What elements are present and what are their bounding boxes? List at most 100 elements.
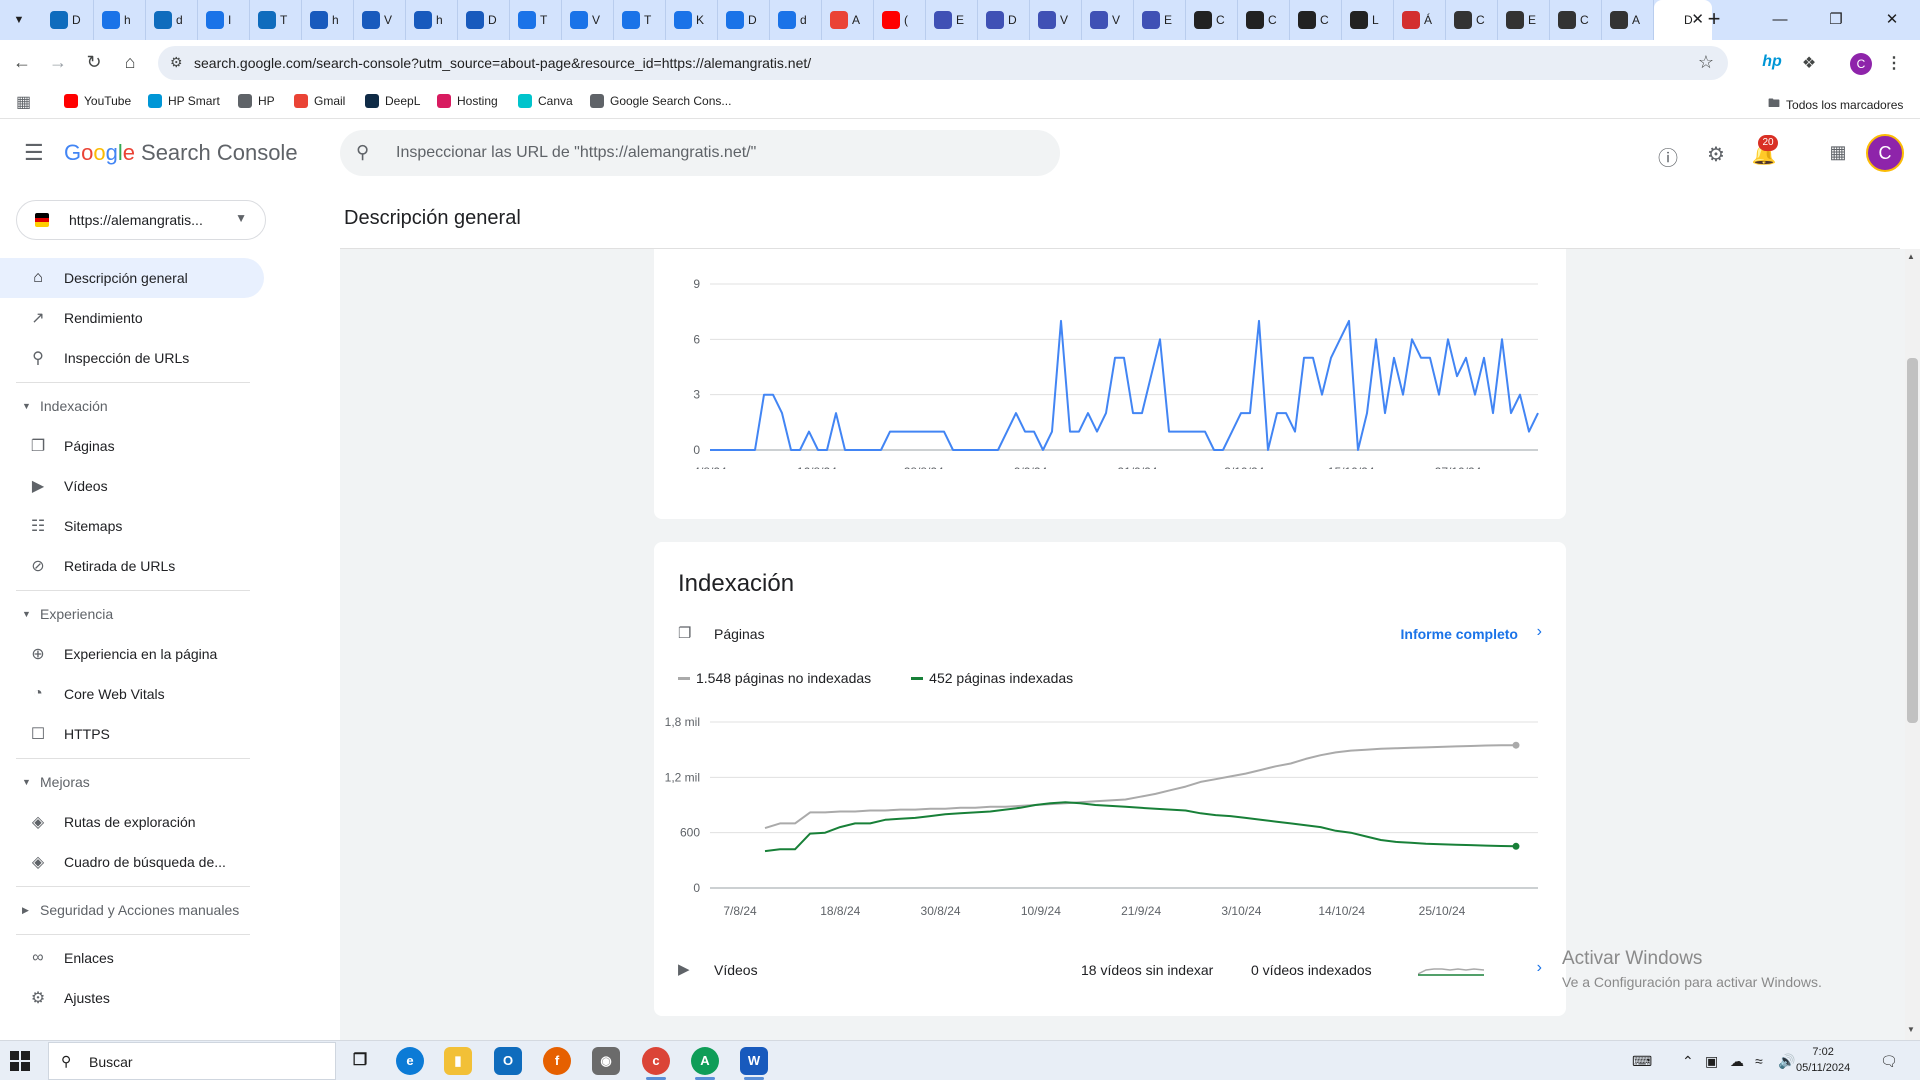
scrollbar-thumb[interactable]: [1907, 358, 1918, 723]
browser-tab[interactable]: A: [822, 0, 874, 40]
browser-tab[interactable]: C: [1290, 0, 1342, 40]
browser-tab[interactable]: V: [562, 0, 614, 40]
system-clock[interactable]: 7:02 05/11/2024: [1796, 1044, 1850, 1076]
browser-tab[interactable]: E: [926, 0, 978, 40]
browser-tab[interactable]: D: [458, 0, 510, 40]
sidebar-item-settings[interactable]: ⚙ Ajustes: [0, 978, 264, 1018]
sidebar-item-sitemap[interactable]: ☷ Sitemaps: [0, 506, 264, 546]
bookmark-star-icon[interactable]: ☆: [1698, 52, 1714, 73]
browser-tab[interactable]: T: [614, 0, 666, 40]
hp-extension-icon[interactable]: hp: [1760, 53, 1784, 71]
browser-tab[interactable]: D: [718, 0, 770, 40]
browser-profile-avatar[interactable]: C: [1850, 53, 1872, 75]
browser-tab[interactable]: T: [510, 0, 562, 40]
google-apps-icon[interactable]: ▦: [1824, 142, 1852, 163]
bookmark-item[interactable]: Gmail: [294, 94, 345, 108]
bookmark-item[interactable]: YouTube: [64, 94, 131, 108]
browser-tab[interactable]: D: [978, 0, 1030, 40]
chevron-right-icon[interactable]: ›: [1537, 623, 1542, 641]
browser-tab[interactable]: C: [1186, 0, 1238, 40]
scroll-down-icon[interactable]: ▼: [1907, 1025, 1915, 1034]
bookmark-item[interactable]: DeepL: [365, 94, 420, 108]
bookmark-item[interactable]: Hosting: [437, 94, 498, 108]
browser-tab[interactable]: V: [1082, 0, 1134, 40]
account-avatar[interactable]: C: [1866, 134, 1904, 172]
browser-tab[interactable]: h: [406, 0, 458, 40]
all-bookmarks[interactable]: 🖿 Todos los marcadores: [1768, 94, 1903, 115]
property-selector[interactable]: https://alemangratis... ▼: [16, 200, 266, 240]
sidebar-item-search[interactable]: ⚲ Inspección de URLs: [0, 338, 264, 378]
file-explorer-icon[interactable]: ▮: [444, 1047, 472, 1075]
url-text[interactable]: search.google.com/search-console?utm_sou…: [194, 55, 811, 71]
browser-tab[interactable]: I: [198, 0, 250, 40]
sidebar-section-header[interactable]: ▼ Experiencia: [0, 594, 264, 634]
edge-icon[interactable]: e: [396, 1047, 424, 1075]
browser-tab[interactable]: E: [1498, 0, 1550, 40]
browser-tab[interactable]: C: [1238, 0, 1290, 40]
sidebar-item-gauge[interactable]: ◔ Core Web Vitals: [0, 674, 264, 714]
wifi-icon[interactable]: ≈: [1755, 1053, 1763, 1069]
browser-tab[interactable]: h: [302, 0, 354, 40]
browser-tab[interactable]: E: [1134, 0, 1186, 40]
taskbar-search[interactable]: ⚲ Buscar: [48, 1042, 336, 1080]
camera-icon[interactable]: ◉: [592, 1047, 620, 1075]
full-report-link[interactable]: Informe completo: [1401, 626, 1518, 642]
legend-not-indexed[interactable]: 1.548 páginas no indexadas: [678, 670, 871, 686]
close-window-icon[interactable]: ✕: [1864, 0, 1920, 40]
legend-indexed[interactable]: 452 páginas indexadas: [911, 670, 1073, 686]
word-icon[interactable]: W: [740, 1047, 768, 1075]
sidebar-item-lock[interactable]: ☐ HTTPS: [0, 714, 264, 754]
browser-tab[interactable]: d: [146, 0, 198, 40]
browser-tab[interactable]: L: [1342, 0, 1394, 40]
videos-report-row[interactable]: ▶ Vídeos 18 vídeos sin indexar 0 vídeos …: [678, 956, 1542, 986]
browser-tab[interactable]: A: [1602, 0, 1654, 40]
pages-report-row[interactable]: ❐ Páginas Informe completo ›: [678, 620, 1542, 650]
search-console-logo[interactable]: Google Search Console: [64, 140, 298, 166]
task-view-icon[interactable]: ❐: [346, 1047, 374, 1075]
sidebar-item-trending-up[interactable]: ↗ Rendimiento: [0, 298, 264, 338]
chevron-up-icon[interactable]: ⌃: [1682, 1053, 1694, 1070]
meet-now-icon[interactable]: ▣: [1705, 1053, 1718, 1070]
sidebar-item-layers[interactable]: ◈ Rutas de exploración: [0, 802, 264, 842]
scroll-up-icon[interactable]: ▲: [1907, 252, 1915, 261]
windows-start-icon[interactable]: [10, 1051, 30, 1071]
sidebar-section-header[interactable]: ▶ Seguridad y Acciones manuales: [0, 890, 264, 930]
bookmark-item[interactable]: Canva: [518, 94, 573, 108]
sidebar-item-pages[interactable]: ❐ Páginas: [0, 426, 264, 466]
browser-tab[interactable]: T: [250, 0, 302, 40]
sidebar-item-links[interactable]: ∞ Enlaces: [0, 938, 264, 978]
notifications-center-icon[interactable]: 🗨: [1880, 1053, 1898, 1070]
sidebar-item-layers[interactable]: ◈ Cuadro de búsqueda de...: [0, 842, 264, 882]
chrome-menu-icon[interactable]: ⋮: [1882, 53, 1906, 73]
firefox-icon[interactable]: f: [543, 1047, 571, 1075]
browser-tab[interactable]: Á: [1394, 0, 1446, 40]
restore-icon[interactable]: ❐: [1808, 0, 1864, 40]
url-inspection-search[interactable]: ⚲ Inspeccionar las URL de "https://alema…: [340, 130, 1060, 176]
browser-tab[interactable]: K: [666, 0, 718, 40]
outlook-icon[interactable]: O: [494, 1047, 522, 1075]
browser-tab[interactable]: (: [874, 0, 926, 40]
sidebar-section-header[interactable]: ▼ Mejoras: [0, 762, 264, 802]
url-inspection-placeholder[interactable]: Inspeccionar las URL de "https://alemang…: [396, 144, 756, 162]
reload-icon[interactable]: ↻: [80, 48, 108, 76]
site-info-icon[interactable]: ⚙: [170, 54, 183, 71]
apps-grid-icon[interactable]: ▦: [16, 92, 31, 112]
browser-tab[interactable]: C: [1550, 0, 1602, 40]
browser-tab[interactable]: d: [770, 0, 822, 40]
chrome-icon[interactable]: c: [642, 1047, 670, 1075]
extensions-icon[interactable]: ❖: [1797, 53, 1821, 73]
tab-search-chevron-icon[interactable]: ▼: [8, 9, 30, 31]
sidebar-section-header[interactable]: ▼ Indexación: [0, 386, 264, 426]
forward-icon[interactable]: →: [44, 48, 72, 76]
bookmark-item[interactable]: HP: [238, 94, 275, 108]
help-icon[interactable]: ⓘ: [1654, 142, 1682, 171]
bookmark-item[interactable]: Google Search Cons...: [590, 94, 731, 108]
address-bar[interactable]: ⚙ search.google.com/search-console?utm_s…: [158, 46, 1728, 80]
manage-users-icon[interactable]: ⚙: [1702, 142, 1730, 167]
browser-tab[interactable]: h: [94, 0, 146, 40]
keyboard-icon[interactable]: ⌨: [1632, 1053, 1652, 1070]
home-icon[interactable]: ⌂: [116, 48, 144, 76]
onedrive-icon[interactable]: ☁: [1730, 1053, 1744, 1070]
back-icon[interactable]: ←: [8, 48, 36, 76]
sidebar-item-home[interactable]: ⌂ Descripción general: [0, 258, 264, 298]
